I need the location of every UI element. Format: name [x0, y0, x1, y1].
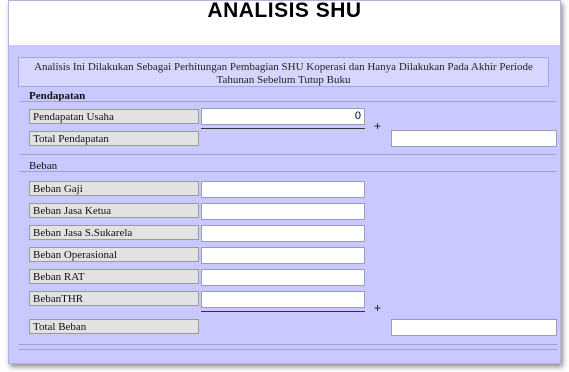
- beban-rat-input[interactable]: [201, 269, 365, 286]
- beban-thr-input[interactable]: [201, 291, 365, 308]
- beban-gaji-label: Beban Gaji: [29, 181, 199, 196]
- beban-plus-sign: +: [374, 301, 382, 315]
- beban-thr-label: BebanTHR: [29, 291, 199, 306]
- pendapatan-sum-line: [201, 128, 365, 129]
- total-pendapatan-input[interactable]: [391, 130, 557, 147]
- pendapatan-plus-sign: +: [374, 119, 382, 133]
- beban-rat-label: Beban RAT: [29, 269, 199, 284]
- total-beban-input[interactable]: [391, 319, 557, 336]
- beban-jasa-sukarela-input[interactable]: [201, 225, 365, 242]
- pendapatan-usaha-label: Pendapatan Usaha: [29, 109, 199, 124]
- pendapatan-usaha-input[interactable]: 0: [201, 108, 365, 125]
- total-beban-label: Total Beban: [29, 319, 199, 334]
- beban-operasional-input[interactable]: [201, 247, 365, 264]
- beban-jasa-ketua-label: Beban Jasa Ketua: [29, 203, 199, 218]
- beban-jasa-sukarela-label: Beban Jasa S.Sukarela: [29, 225, 199, 240]
- analisis-shu-window: ANALISIS SHU Analisis Ini Dilakukan Seba…: [8, 0, 561, 364]
- page-title: ANALISIS SHU: [9, 0, 560, 45]
- beban-operasional-label: Beban Operasional: [29, 247, 199, 262]
- footer-divider: [19, 349, 557, 350]
- beban-jasa-ketua-input[interactable]: [201, 203, 365, 220]
- beban-sum-line: [201, 311, 365, 312]
- description-box: Analisis Ini Dilakukan Sebagai Perhitung…: [18, 57, 549, 87]
- beban-gaji-input[interactable]: [201, 181, 365, 198]
- total-pendapatan-label: Total Pendapatan: [29, 131, 199, 146]
